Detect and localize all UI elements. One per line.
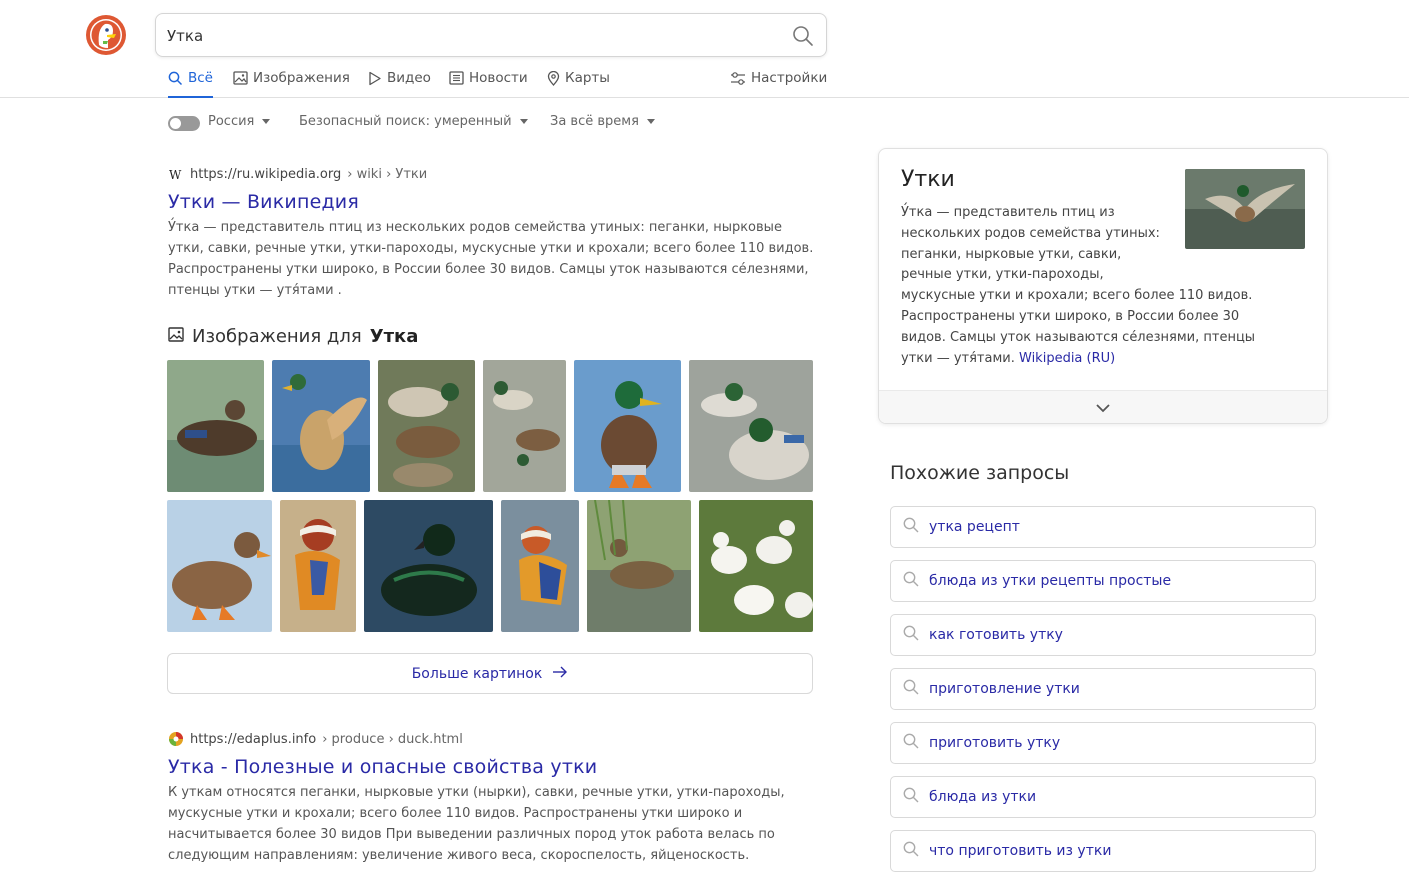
- image-thumbnail[interactable]: [378, 360, 475, 492]
- play-icon: [368, 70, 382, 90]
- images-heading-query: Утка: [369, 326, 419, 347]
- result-title-link[interactable]: Утки — Википедия: [168, 191, 818, 213]
- search-input[interactable]: [167, 24, 767, 48]
- knowledge-panel: Утки У́тка — представитель птиц из неско…: [878, 148, 1328, 424]
- search-result: https://edaplus.info › produce › duck.ht…: [168, 730, 818, 866]
- safe-search-filter[interactable]: Безопасный поиск: умеренный: [299, 114, 528, 129]
- result-title-link[interactable]: Утка - Полезные и опасные свойства утки: [168, 756, 818, 778]
- image-thumbnail[interactable]: [364, 500, 493, 632]
- search-icon: [903, 571, 919, 591]
- duckduckgo-logo[interactable]: [86, 15, 126, 55]
- tab-label: Изображения: [253, 70, 350, 86]
- image-thumbnail[interactable]: [483, 360, 566, 492]
- settings-sliders-icon: [730, 70, 746, 90]
- region-label: Россия: [208, 114, 255, 129]
- knowledge-panel-title: Утки: [901, 167, 955, 192]
- result-path: › wiki › Утки: [347, 166, 428, 182]
- related-search-item[interactable]: как готовить утку: [890, 614, 1316, 656]
- image-thumbnail[interactable]: [699, 500, 813, 632]
- related-search-label: утка рецепт: [929, 519, 1020, 535]
- header: Всё Изображения Видео Новости Карты Наст…: [0, 0, 1409, 98]
- search-icon: [903, 679, 919, 699]
- result-host: https://edaplus.info: [190, 731, 317, 747]
- related-search-label: приготовление утки: [929, 681, 1080, 697]
- image-icon: [168, 326, 184, 347]
- related-search-item[interactable]: что приготовить из утки: [890, 830, 1316, 872]
- image-thumbnail[interactable]: [167, 360, 264, 492]
- wikipedia-favicon-icon: W: [168, 166, 184, 182]
- image-thumbnail[interactable]: [574, 360, 681, 492]
- tab-label: Видео: [387, 70, 431, 86]
- search-icon: [903, 841, 919, 861]
- related-search-item[interactable]: блюда из утки: [890, 776, 1316, 818]
- image-icon: [233, 70, 248, 89]
- time-label: За всё время: [550, 114, 639, 129]
- knowledge-panel-expand-button[interactable]: [879, 390, 1327, 423]
- caret-down-icon: [262, 119, 271, 124]
- search-result: W https://ru.wikipedia.org › wiki › Утки…: [168, 165, 818, 301]
- tab-label: Новости: [469, 70, 528, 86]
- search-icon: [168, 70, 183, 90]
- images-heading-prefix: Изображения для: [192, 326, 362, 347]
- chevron-down-icon: [1096, 398, 1110, 417]
- news-icon: [449, 70, 464, 89]
- settings-label: Настройки: [751, 70, 828, 86]
- result-snippet: У́тка — представитель птиц из нескольких…: [168, 220, 814, 298]
- related-search-item[interactable]: приготовление утки: [890, 668, 1316, 710]
- image-thumbnail[interactable]: [272, 360, 370, 492]
- related-search-label: как готовить утку: [929, 627, 1063, 643]
- search-box: [155, 13, 827, 57]
- search-icon[interactable]: [792, 25, 814, 47]
- result-snippet: К уткам относятся пеганки, нырковые утки…: [168, 785, 785, 863]
- edaplus-favicon-icon: [168, 731, 184, 747]
- related-search-item[interactable]: приготовить утку: [890, 722, 1316, 764]
- knowledge-panel-text-line1: У́тка — представитель птиц из нескольких…: [901, 205, 1160, 283]
- knowledge-panel-image[interactable]: [1185, 169, 1305, 249]
- safe-search-label: Безопасный поиск: умеренный: [299, 114, 512, 129]
- search-icon: [903, 733, 919, 753]
- caret-down-icon: [519, 119, 528, 124]
- images-heading[interactable]: Изображения для Утка: [168, 326, 418, 347]
- tab-all[interactable]: Всё: [168, 70, 213, 98]
- related-search-label: приготовить утку: [929, 735, 1061, 751]
- knowledge-panel-source-link[interactable]: Wikipedia (RU): [1019, 351, 1115, 366]
- related-search-label: блюда из утки рецепты простые: [929, 573, 1172, 589]
- related-search-item[interactable]: утка рецепт: [890, 506, 1316, 548]
- map-pin-icon: [547, 70, 560, 90]
- related-search-item[interactable]: блюда из утки рецепты простые: [890, 560, 1316, 602]
- tab-label: Всё: [188, 70, 213, 86]
- region-filter[interactable]: Россия: [208, 114, 271, 129]
- image-thumbnail[interactable]: [587, 500, 691, 632]
- search-icon: [903, 787, 919, 807]
- related-search-label: блюда из утки: [929, 789, 1037, 805]
- tab-news[interactable]: Новости: [449, 70, 528, 98]
- time-filter[interactable]: За всё время: [550, 114, 655, 129]
- arrow-right-icon: [552, 666, 568, 682]
- tab-video[interactable]: Видео: [368, 70, 431, 98]
- result-path: › produce › duck.html: [322, 731, 463, 747]
- tab-images[interactable]: Изображения: [233, 70, 350, 98]
- image-thumbnail[interactable]: [689, 360, 813, 492]
- more-images-label: Больше картинок: [411, 665, 543, 682]
- result-url[interactable]: https://edaplus.info › produce › duck.ht…: [168, 730, 818, 748]
- tab-label: Карты: [565, 70, 610, 86]
- related-searches-heading: Похожие запросы: [890, 462, 1070, 484]
- svg-text:W: W: [169, 168, 182, 182]
- image-thumbnail[interactable]: [501, 500, 579, 632]
- image-thumbnail[interactable]: [280, 500, 356, 632]
- more-images-button[interactable]: Больше картинок: [167, 653, 813, 694]
- caret-down-icon: [646, 119, 655, 124]
- search-icon: [903, 625, 919, 645]
- image-thumbnail[interactable]: [167, 500, 272, 632]
- settings-button[interactable]: Настройки: [730, 70, 827, 98]
- tab-maps[interactable]: Карты: [547, 70, 610, 98]
- result-url[interactable]: W https://ru.wikipedia.org › wiki › Утки: [168, 165, 818, 183]
- search-icon: [903, 517, 919, 537]
- result-host: https://ru.wikipedia.org: [190, 166, 342, 182]
- related-search-label: что приготовить из утки: [929, 843, 1112, 859]
- region-toggle[interactable]: [168, 116, 200, 131]
